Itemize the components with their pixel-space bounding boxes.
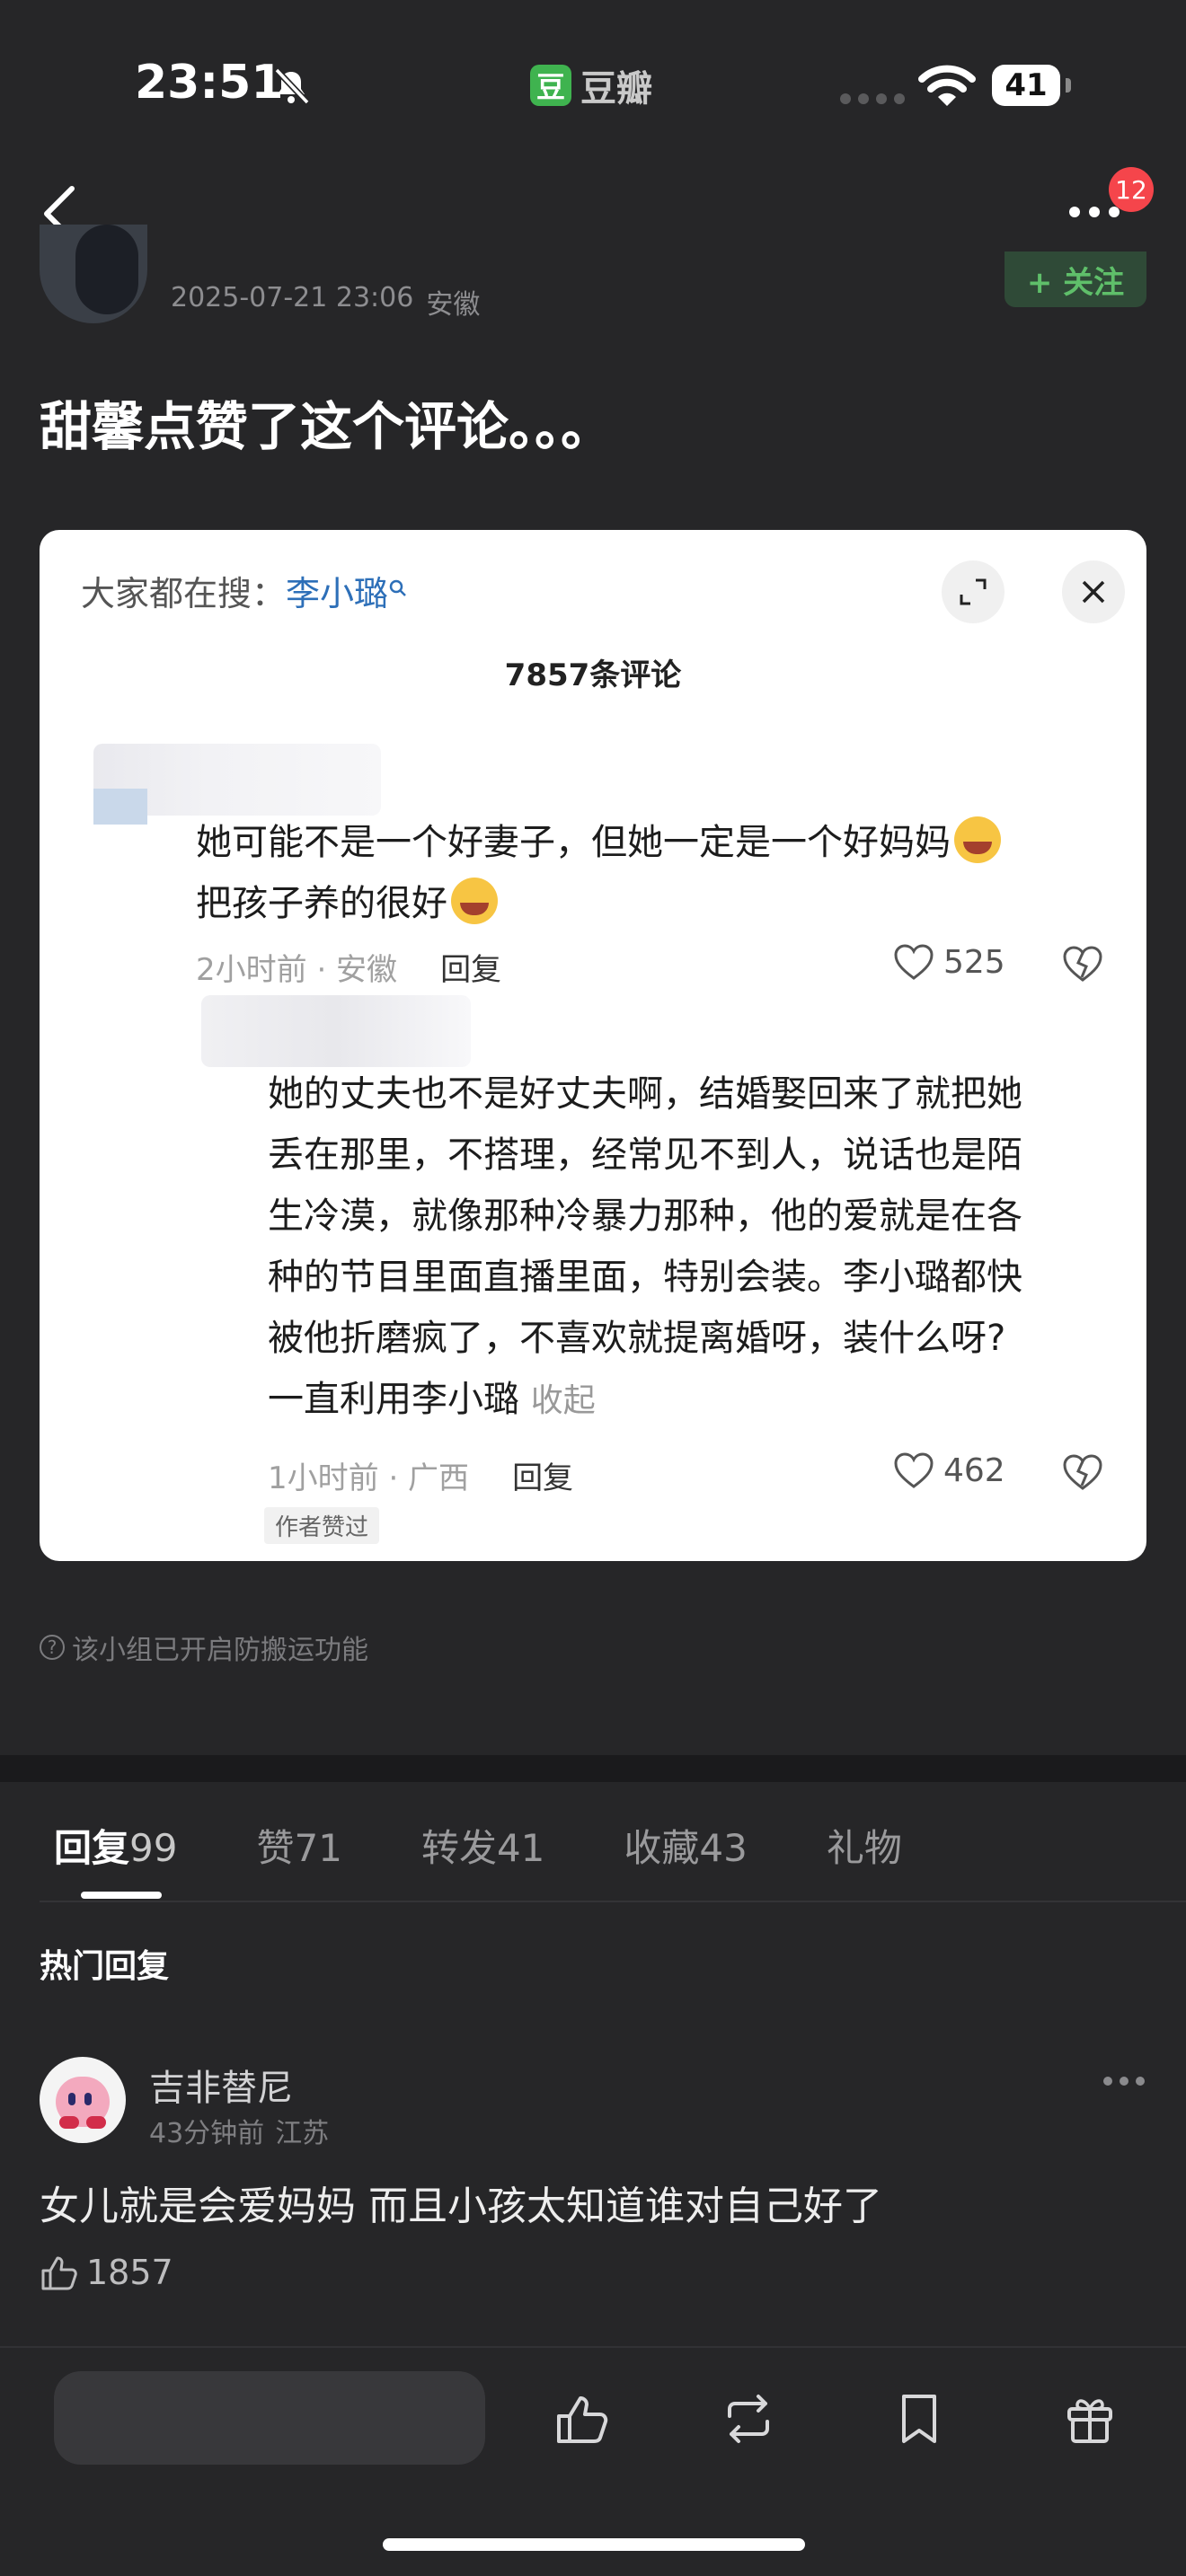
reply-text: 女儿就是会爱妈妈 而且小孩太知道谁对自己好了 bbox=[40, 2183, 882, 2229]
post-location: 安徽 bbox=[426, 289, 481, 321]
reply-more-button[interactable] bbox=[1103, 2077, 1145, 2086]
expand-icon bbox=[960, 578, 987, 605]
author-avatar[interactable] bbox=[40, 225, 147, 323]
expand-button[interactable] bbox=[942, 560, 1005, 623]
post-date: 2025-07-21 23:06 bbox=[171, 282, 414, 313]
thumb-up-icon[interactable] bbox=[552, 2389, 611, 2448]
bottom-bar-divider bbox=[0, 2346, 1186, 2348]
battery-indicator: 41 bbox=[992, 65, 1071, 106]
repost-icon[interactable] bbox=[719, 2389, 778, 2448]
thumb-up-icon bbox=[41, 2256, 77, 2290]
search-keyword[interactable]: 李小璐 bbox=[286, 574, 388, 613]
reply-avatar[interactable] bbox=[40, 2057, 126, 2143]
home-indicator bbox=[383, 2538, 805, 2551]
search-icon bbox=[389, 579, 406, 596]
comment-time: 1小时前 · 广西 bbox=[268, 1460, 470, 1496]
hot-replies-title: 热门回复 bbox=[40, 1948, 170, 1985]
question-icon: ? bbox=[40, 1635, 65, 1660]
tab-collections[interactable]: 收藏43 bbox=[609, 1818, 761, 1873]
reply-button[interactable]: 回复 bbox=[440, 945, 501, 989]
tab-gifts[interactable]: 礼物 bbox=[812, 1818, 916, 1873]
collapse-link[interactable]: 收起 bbox=[531, 1382, 596, 1419]
bell-slash-icon bbox=[274, 67, 310, 105]
comment-meta: 2小时前 · 安徽 回复 bbox=[196, 945, 501, 989]
tabs-divider bbox=[40, 1901, 1186, 1902]
post-title: 甜馨点赞了这个评论。。。 bbox=[40, 396, 614, 457]
crying-emoji bbox=[954, 816, 1001, 863]
app-indicator: 豆 豆瓣 bbox=[530, 59, 652, 111]
comment-time: 2小时前 · 安徽 bbox=[196, 952, 398, 988]
like-count: 462 bbox=[943, 1451, 1005, 1489]
like-button[interactable]: 525 bbox=[893, 943, 1005, 981]
interaction-tabs: 回复99 赞71 转发41 收藏43 礼物 bbox=[40, 1818, 967, 1873]
author-liked-tag: 作者赞过 bbox=[264, 1507, 380, 1544]
close-icon bbox=[1082, 580, 1105, 604]
like-count: 525 bbox=[943, 943, 1005, 981]
comment-count: 7857条评论 bbox=[504, 657, 682, 693]
follow-button[interactable]: + 关注 bbox=[1005, 251, 1146, 307]
gift-icon[interactable] bbox=[1060, 2389, 1120, 2448]
heart-icon bbox=[894, 1452, 934, 1488]
reply-comment-text: 她的丈夫也不是好丈夫啊，结婚娶回来了就把她 丢在那里，不搭理，经常见不到人，说话… bbox=[268, 1073, 1022, 1420]
reply-like-count: 1857 bbox=[86, 2253, 173, 2292]
heart-icon bbox=[894, 944, 934, 980]
tab-replies[interactable]: 回复99 bbox=[40, 1818, 191, 1873]
anti-copy-text: 该小组已开启防搬运功能 bbox=[72, 1635, 368, 1666]
close-button[interactable] bbox=[1062, 560, 1125, 623]
blurred-username bbox=[93, 744, 381, 825]
search-suggestion[interactable]: 大家都在搜：李小璐 bbox=[81, 566, 408, 615]
comment-input[interactable] bbox=[54, 2371, 485, 2465]
notification-badge: 12 bbox=[1109, 167, 1154, 212]
broken-heart-icon[interactable] bbox=[1062, 945, 1103, 983]
bookmark-icon[interactable] bbox=[890, 2389, 949, 2448]
crying-emoji bbox=[451, 878, 498, 924]
comment-text: 她可能不是一个好妻子，但她一定是一个好妈妈 把孩子养的很好 bbox=[196, 812, 1001, 934]
reply-username[interactable]: 吉非替尼 bbox=[149, 2059, 293, 2111]
reply-meta: 43分钟前 江苏 bbox=[149, 2111, 329, 2150]
douban-logo: 豆 bbox=[530, 65, 571, 106]
tab-reposts[interactable]: 转发41 bbox=[407, 1818, 559, 1873]
status-time: 23:51 bbox=[135, 56, 284, 110]
search-prefix: 大家都在搜： bbox=[81, 574, 287, 613]
comment-meta: 1小时前 · 广西 回复 bbox=[268, 1453, 573, 1497]
blurred-username bbox=[201, 995, 471, 1067]
battery-level: 41 bbox=[992, 65, 1060, 106]
reply-button[interactable]: 回复 bbox=[512, 1453, 573, 1497]
wifi-icon bbox=[918, 65, 976, 106]
cellular-signal-icon bbox=[840, 93, 905, 104]
broken-heart-icon[interactable] bbox=[1062, 1453, 1103, 1491]
like-button[interactable]: 462 bbox=[893, 1451, 1005, 1489]
post-meta: 2025-07-21 23:06 安徽 bbox=[171, 282, 480, 322]
anti-copy-notice: ? 该小组已开启防搬运功能 bbox=[40, 1628, 368, 1667]
tab-likes[interactable]: 赞71 bbox=[242, 1818, 356, 1873]
reply-like-button[interactable]: 1857 bbox=[40, 2253, 173, 2292]
section-divider bbox=[0, 1755, 1186, 1782]
active-tab-indicator bbox=[81, 1892, 162, 1899]
app-name: 豆瓣 bbox=[580, 68, 652, 110]
reply-time: 43分钟前 bbox=[149, 2118, 265, 2149]
reply-location: 江苏 bbox=[275, 2118, 330, 2149]
embedded-screenshot[interactable]: 大家都在搜：李小璐 7857条评论 她可能不是一个好妻子，但她一定是一个好妈妈 … bbox=[40, 530, 1146, 1561]
